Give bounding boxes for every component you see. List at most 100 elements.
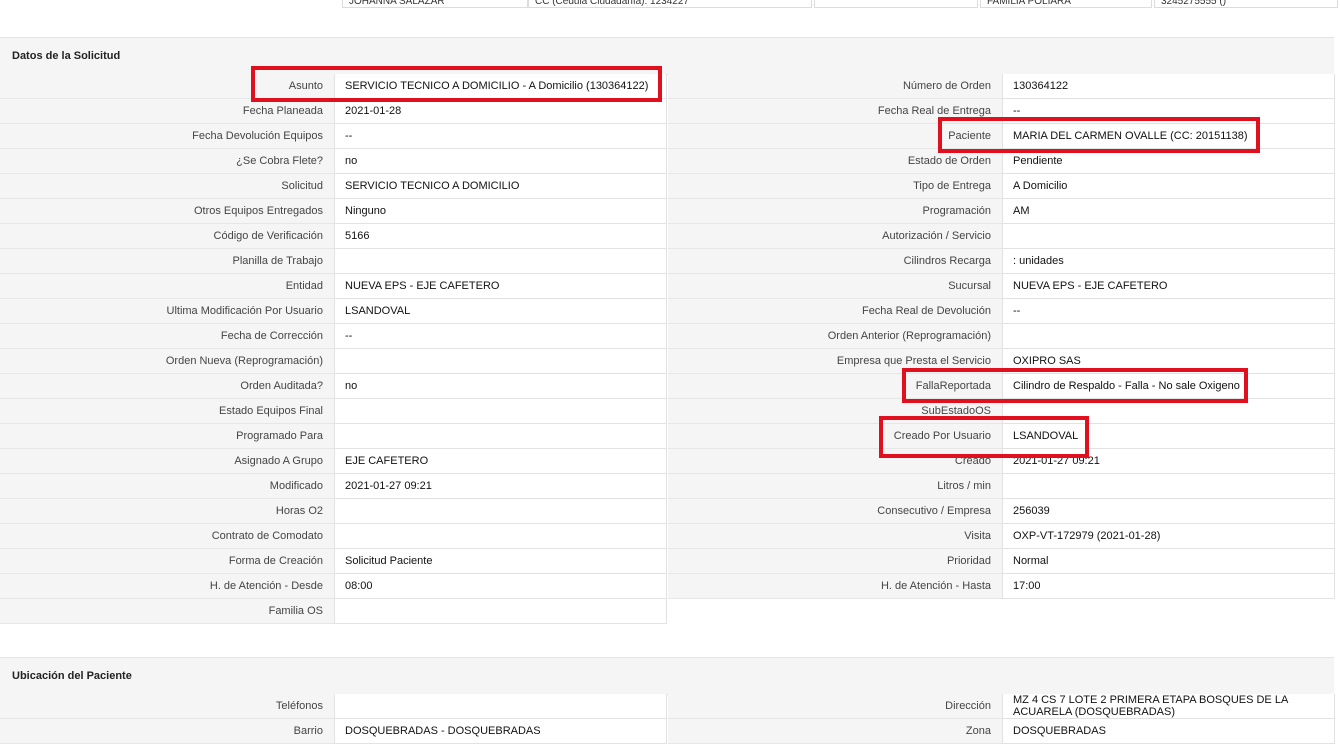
field-label: Estado de Orden — [668, 149, 1002, 174]
section-title: Datos de la Solicitud — [12, 50, 121, 62]
field-row: Estado Equipos Final — [0, 399, 667, 424]
field-row: Dirección MZ 4 CS 7 LOTE 2 PRIMERA ETAPA … — [668, 694, 1335, 719]
field-value: EJE CAFETERO — [334, 449, 667, 474]
field-row: Zona DOSQUEBRADAS — [668, 719, 1335, 744]
field-value: 2021-01-27 09:21 — [334, 474, 667, 499]
field-row: H. de Atención - Hasta 17:00 — [668, 574, 1335, 599]
field-value: SERVICIO TECNICO A DOMICILIO - A Domicil… — [334, 74, 667, 99]
field-value: 5166 — [334, 224, 667, 249]
field-value: 2021-01-28 — [334, 99, 667, 124]
field-label: Asignado A Grupo — [0, 449, 334, 474]
field-value: 130364122 — [1002, 74, 1335, 99]
field-row: Código de Verificación 5166 — [0, 224, 667, 249]
field-value — [334, 424, 667, 449]
field-row: Horas O2 — [0, 499, 667, 524]
field-row: H. de Atención - Desde 08:00 — [0, 574, 667, 599]
field-value — [334, 599, 667, 624]
field-label: Fecha de Corrección — [0, 324, 334, 349]
field-row: Creado Por Usuario LSANDOVAL — [668, 424, 1335, 449]
field-label: Otros Equipos Entregados — [0, 199, 334, 224]
section-title: Ubicación del Paciente — [12, 670, 132, 682]
field-value: NUEVA EPS - EJE CAFETERO — [1002, 274, 1335, 299]
field-value: SERVICIO TECNICO A DOMICILIO — [334, 174, 667, 199]
field-row: Cilindros Recarga: unidades — [668, 249, 1335, 274]
field-row: Orden Auditada? no — [0, 374, 667, 399]
field-value — [1002, 324, 1335, 349]
field-value: -- — [334, 324, 667, 349]
solicitud-section-header: Datos de la Solicitud — [0, 37, 1334, 75]
field-value: A Domicilio — [1002, 174, 1335, 199]
field-value — [1002, 399, 1335, 424]
field-label: Creado Por Usuario — [668, 424, 1002, 449]
field-row: Planilla de Trabajo — [0, 249, 667, 274]
field-value — [334, 694, 667, 719]
field-label: Programación — [668, 199, 1002, 224]
field-label: H. de Atención - Desde — [0, 574, 334, 599]
field-value: MZ 4 CS 7 LOTE 2 PRIMERA ETAPA BOSQUES D… — [1002, 694, 1335, 719]
field-value: DOSQUEBRADAS — [1002, 719, 1335, 744]
field-label: Consecutivo / Empresa — [668, 499, 1002, 524]
field-value: -- — [1002, 299, 1335, 324]
field-value: 2021-01-27 09:21 — [1002, 449, 1335, 474]
field-row: Fecha Devolución Equipos -- — [0, 124, 667, 149]
field-label: Sucursal — [668, 274, 1002, 299]
field-value: Normal — [1002, 549, 1335, 574]
field-label: Teléfonos — [0, 694, 334, 719]
strip-cell — [814, 0, 978, 8]
field-label: Modificado — [0, 474, 334, 499]
field-value: 17:00 — [1002, 574, 1335, 599]
field-label: Orden Nueva (Reprogramación) — [0, 349, 334, 374]
field-row: FallaReportada Cilindro de Respaldo - Fal… — [668, 374, 1335, 399]
field-row: Ultima Modificación Por Usuario LSANDOVAL — [0, 299, 667, 324]
field-label: Fecha Planeada — [0, 99, 334, 124]
field-row: Prioridad Normal — [668, 549, 1335, 574]
field-label: Prioridad — [668, 549, 1002, 574]
field-value: -- — [334, 124, 667, 149]
field-label: FallaReportada — [668, 374, 1002, 399]
field-value: OXP-VT-172979 (2021-01-28) — [1002, 524, 1335, 549]
strip-cell: FAMILIA POLIARA — [980, 0, 1152, 8]
field-label: Tipo de Entrega — [668, 174, 1002, 199]
field-label: Código de Verificación — [0, 224, 334, 249]
field-value: LSANDOVAL — [1002, 424, 1335, 449]
field-value: OXIPRO SAS — [1002, 349, 1335, 374]
field-row: Familia OS — [0, 599, 667, 624]
field-value: AM — [1002, 199, 1335, 224]
field-label: Fecha Real de Devolución — [668, 299, 1002, 324]
field-row: Asunto SERVICIO TECNICO A DOMICILIO - A D… — [0, 74, 667, 99]
field-label: Empresa que Presta el Servicio — [668, 349, 1002, 374]
field-label: Dirección — [668, 694, 1002, 719]
strip-cell: 3245275555 () — [1154, 0, 1338, 8]
field-value: no — [334, 374, 667, 399]
field-value: 256039 — [1002, 499, 1335, 524]
field-value: NUEVA EPS - EJE CAFETERO — [334, 274, 667, 299]
field-label: Paciente — [668, 124, 1002, 149]
field-label: Orden Anterior (Reprogramación) — [668, 324, 1002, 349]
field-label: Fecha Real de Entrega — [668, 99, 1002, 124]
field-label: Familia OS — [0, 599, 334, 624]
field-row: Modificado 2021-01-27 09:21 — [0, 474, 667, 499]
strip-cell: JOHANNA SALAZAR — [342, 0, 528, 8]
field-row: Estado de Orden Pendiente — [668, 149, 1335, 174]
field-label: Asunto — [0, 74, 334, 99]
field-value: MARIA DEL CARMEN OVALLE (CC: 20151138) — [1002, 124, 1335, 149]
field-row: Entidad NUEVA EPS - EJE CAFETERO — [0, 274, 667, 299]
field-label: Planilla de Trabajo — [0, 249, 334, 274]
field-value — [1002, 474, 1335, 499]
field-value — [334, 399, 667, 424]
field-value: Pendiente — [1002, 149, 1335, 174]
field-row: ¿Se Cobra Flete? no — [0, 149, 667, 174]
field-row: Consecutivo / Empresa 256039 — [668, 499, 1335, 524]
field-value: Cilindro de Respaldo - Falla - No sale O… — [1002, 374, 1335, 399]
field-label: SubEstadoOS — [668, 399, 1002, 424]
field-value: : unidades — [1002, 249, 1335, 274]
previous-section-strip: JOHANNA SALAZAR CC (Cédula Ciudadanía): … — [0, 0, 1340, 10]
field-row: Barrio DOSQUEBRADAS - DOSQUEBRADAS — [0, 719, 667, 744]
field-value: LSANDOVAL — [334, 299, 667, 324]
field-row: Tipo de Entrega A Domicilio — [668, 174, 1335, 199]
field-label: Barrio — [0, 719, 334, 744]
field-row: Fecha Planeada 2021-01-28 — [0, 99, 667, 124]
field-label: Visita — [668, 524, 1002, 549]
field-row: Forma de Creación Solicitud Paciente — [0, 549, 667, 574]
field-label: Orden Auditada? — [0, 374, 334, 399]
